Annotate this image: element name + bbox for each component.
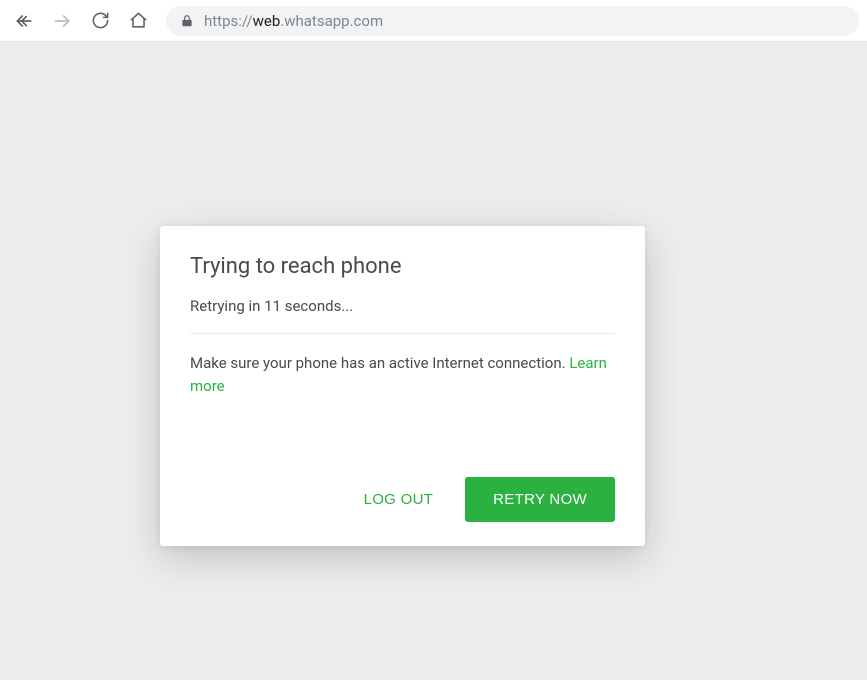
- page-content: Trying to reach phone Retrying in 11 sec…: [0, 42, 867, 680]
- dialog-subtitle: Retrying in 11 seconds...: [190, 297, 615, 334]
- lock-icon: [180, 14, 194, 28]
- url-host: web: [253, 12, 281, 30]
- connection-dialog: Trying to reach phone Retrying in 11 sec…: [160, 226, 645, 546]
- nav-back-icon[interactable]: [8, 5, 40, 37]
- reload-icon[interactable]: [84, 5, 116, 37]
- dialog-body: Make sure your phone has an active Inter…: [190, 352, 615, 397]
- logout-button[interactable]: LOG OUT: [360, 479, 438, 520]
- browser-toolbar: https://web.whatsapp.com: [0, 0, 867, 42]
- dialog-title: Trying to reach phone: [190, 254, 615, 279]
- url-protocol: https://: [204, 12, 253, 30]
- dialog-actions: LOG OUT RETRY NOW: [190, 477, 615, 522]
- url-text: https://web.whatsapp.com: [204, 12, 383, 30]
- dialog-body-text: Make sure your phone has an active Inter…: [190, 354, 569, 372]
- address-bar[interactable]: https://web.whatsapp.com: [166, 6, 859, 36]
- home-icon[interactable]: [122, 5, 154, 37]
- retry-now-button[interactable]: RETRY NOW: [465, 477, 615, 522]
- nav-forward-icon[interactable]: [46, 5, 78, 37]
- url-path: .whatsapp.com: [280, 12, 383, 30]
